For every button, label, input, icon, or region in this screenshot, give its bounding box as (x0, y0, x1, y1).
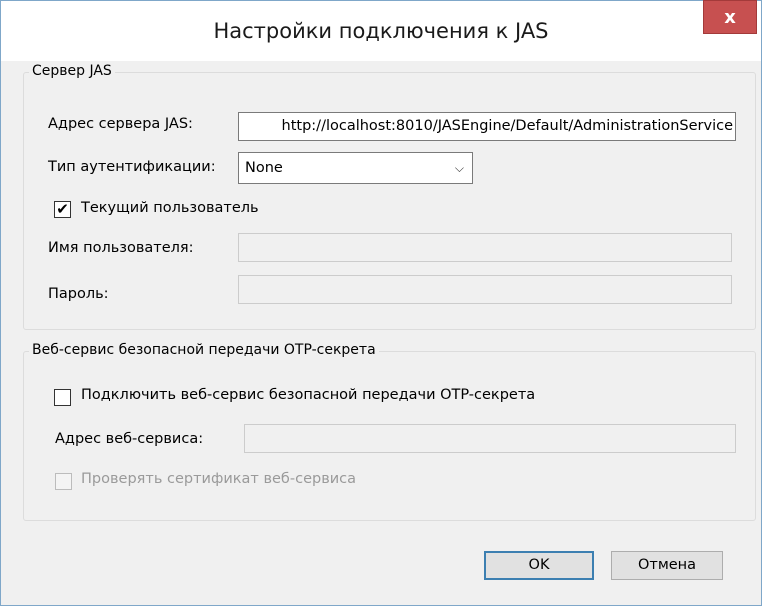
ok-button[interactable]: OK (484, 551, 594, 580)
jas-server-group-legend: Сервер JAS (29, 63, 115, 79)
verify-cert-label: Проверять сертификат веб-сервиса (81, 471, 357, 487)
username-input[interactable] (238, 233, 732, 262)
otp-enable-label: Подключить веб-сервис безопасной передач… (81, 387, 536, 403)
otp-enable-checkbox[interactable] (54, 389, 71, 406)
auth-type-select[interactable]: None ⌵ (238, 152, 473, 184)
dialog-body: Сервер JAS Адрес сервера JAS: http://loc… (8, 61, 756, 598)
title-bar[interactable]: Настройки подключения к JAS x (1, 0, 761, 61)
username-label: Имя пользователя: (48, 240, 194, 256)
close-button[interactable]: x (703, 0, 757, 34)
password-label: Пароль: (48, 286, 109, 302)
current-user-checkbox[interactable]: ✔ (54, 201, 71, 218)
otp-service-group-legend: Веб-сервис безопасной передачи OTP-секре… (29, 342, 379, 358)
dialog-window: Настройки подключения к JAS x Сервер JAS… (0, 0, 762, 606)
password-input[interactable] (238, 275, 732, 304)
server-address-value: http://localhost:8010/JASEngine/Default/… (281, 118, 733, 134)
verify-cert-checkbox[interactable] (55, 473, 72, 490)
dialog-title: Настройки подключения к JAS (213, 19, 549, 43)
service-address-input[interactable] (244, 424, 736, 453)
cancel-button[interactable]: Отмена (611, 551, 723, 580)
server-address-input[interactable]: http://localhost:8010/JASEngine/Default/… (238, 112, 736, 141)
server-address-label: Адрес сервера JAS: (48, 116, 193, 132)
auth-type-value: None (245, 160, 283, 176)
chevron-down-icon: ⌵ (454, 161, 464, 175)
current-user-label: Текущий пользователь (81, 200, 259, 216)
checkmark-icon: ✔ (56, 200, 69, 218)
auth-type-label: Тип аутентификации: (48, 159, 216, 175)
service-address-label: Адрес веб-сервиса: (55, 431, 204, 447)
